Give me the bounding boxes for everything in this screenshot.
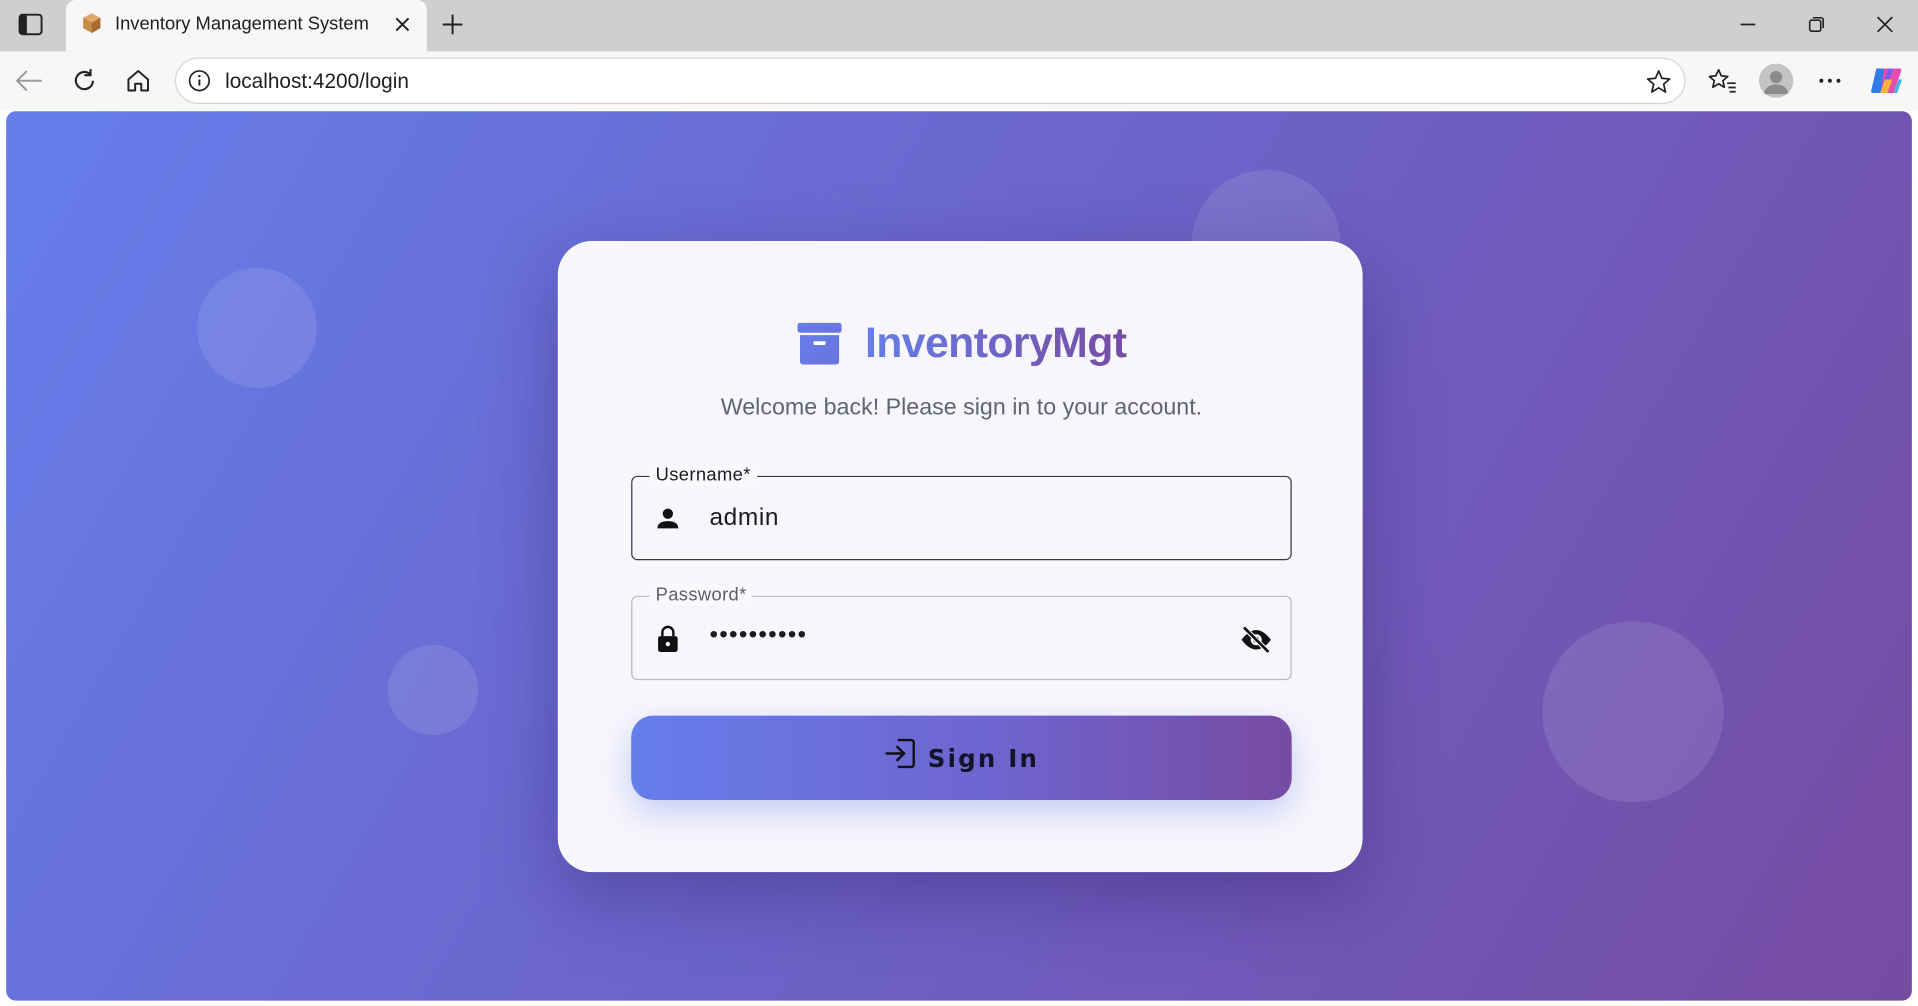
copilot-icon[interactable] <box>1869 65 1903 97</box>
brand-header: InventoryMgt <box>559 313 1364 374</box>
avatar[interactable] <box>1758 63 1794 98</box>
lock-icon <box>653 624 682 653</box>
page-viewport: InventoryMgt Welcome back! Please sign i… <box>6 111 1912 1001</box>
url-text[interactable]: localhost:4200/login <box>225 70 409 94</box>
person-icon <box>653 504 682 533</box>
plus-icon[interactable] <box>438 10 467 39</box>
username-field[interactable]: Username* admin <box>631 464 1292 561</box>
username-input[interactable]: admin <box>709 504 779 532</box>
visibility-off-icon[interactable] <box>1239 623 1273 657</box>
brand-name: InventoryMgt <box>864 319 1127 367</box>
password-input[interactable]: •••••••••• <box>709 621 807 649</box>
package-icon <box>81 12 103 34</box>
sign-in-label: Sign In <box>927 743 1040 773</box>
decorative-circle <box>1542 621 1724 803</box>
close-window-icon[interactable] <box>1869 10 1901 39</box>
reload-icon[interactable] <box>67 64 101 98</box>
welcome-subtitle: Welcome back! Please sign in to your acc… <box>720 395 1203 421</box>
address-bar[interactable]: localhost:4200/login <box>174 57 1686 104</box>
login-card: InventoryMgt Welcome back! Please sign i… <box>557 240 1364 873</box>
login-icon <box>884 736 918 770</box>
password-label: Password* <box>649 584 753 606</box>
password-field[interactable]: Password* •••••••••• <box>631 584 1292 681</box>
sign-in-button[interactable]: Sign In <box>631 715 1292 800</box>
tab-active[interactable]: Inventory Management System <box>66 0 427 52</box>
back-arrow-icon[interactable] <box>12 64 46 98</box>
tab-title: Inventory Management System <box>114 13 369 35</box>
decorative-circle <box>196 267 317 388</box>
info-icon[interactable] <box>187 68 211 92</box>
more-icon[interactable] <box>1813 64 1847 98</box>
browser-toolbar: localhost:4200/login <box>0 51 1918 111</box>
close-icon[interactable] <box>389 11 416 38</box>
star-icon[interactable] <box>1645 68 1672 95</box>
favorites-icon[interactable] <box>1705 64 1739 98</box>
sidebar-icon[interactable] <box>17 12 44 36</box>
restore-icon[interactable] <box>1801 10 1833 39</box>
username-label: Username* <box>649 464 757 486</box>
archive-icon <box>796 320 842 366</box>
home-icon[interactable] <box>121 64 155 98</box>
browser-window: Inventory Management System localhost:42… <box>0 0 1918 1006</box>
decorative-circle <box>387 644 479 736</box>
tab-strip: Inventory Management System <box>0 0 1918 52</box>
minimize-icon[interactable] <box>1732 10 1764 39</box>
